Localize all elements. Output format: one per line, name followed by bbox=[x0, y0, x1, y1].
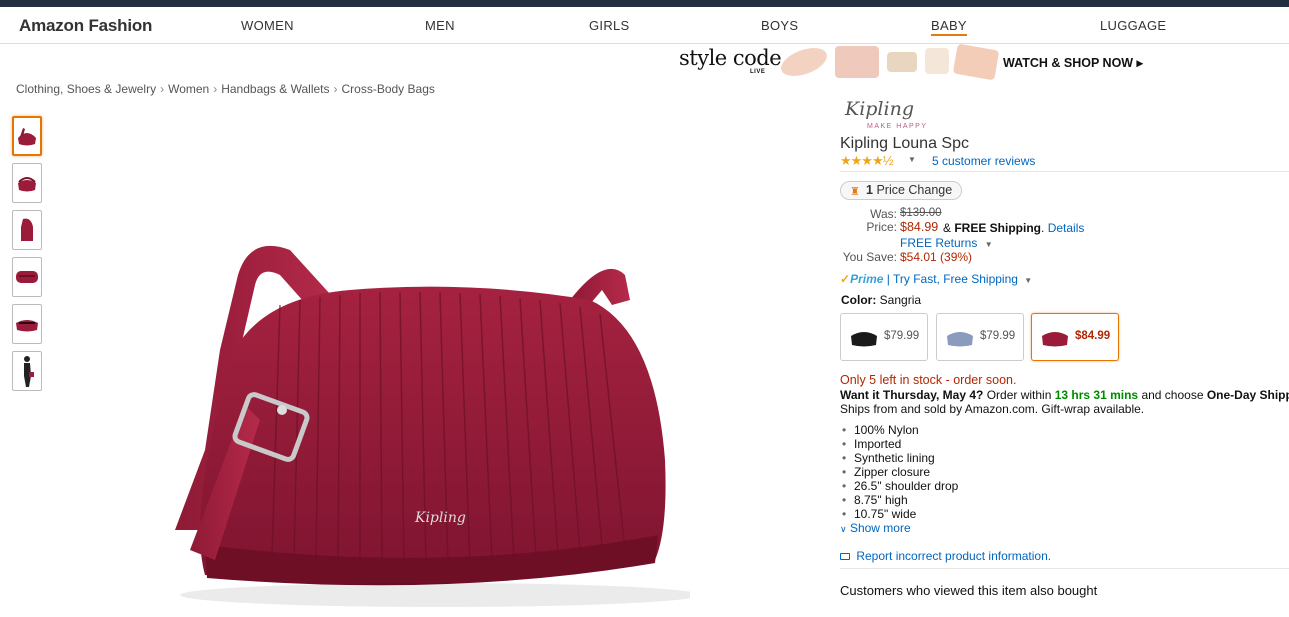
feature-item: 100% Nylon bbox=[842, 423, 958, 437]
style-code-live-label: LIVE bbox=[750, 69, 766, 75]
nav-women[interactable]: WOMEN bbox=[241, 18, 294, 33]
shipping-prefix: & bbox=[943, 221, 955, 235]
feature-bullets: 100% Nylon Imported Synthetic lining Zip… bbox=[842, 423, 958, 521]
chevron-down-icon: ∨ bbox=[840, 524, 847, 534]
prime-dropdown-icon: ▼ bbox=[1024, 276, 1033, 285]
thumbnail-angle[interactable] bbox=[12, 163, 42, 203]
current-price: $84.99 bbox=[900, 220, 939, 234]
you-save-label: You Save: bbox=[842, 250, 897, 264]
delivery-choose: and choose bbox=[1138, 388, 1207, 402]
watch-shop-now-link[interactable]: WATCH & SHOP NOW ▸ bbox=[1003, 55, 1143, 70]
main-product-image[interactable]: Kipling bbox=[150, 230, 700, 612]
report-incorrect-info-link[interactable]: Report incorrect product information. bbox=[840, 549, 1051, 563]
prime-try-text: | Try Fast, Free Shipping bbox=[886, 272, 1018, 286]
top-strip bbox=[0, 0, 1289, 7]
breadcrumb-separator: › bbox=[213, 82, 218, 96]
svg-text:Kipling: Kipling bbox=[414, 510, 466, 526]
was-price: $139.00 bbox=[900, 207, 942, 219]
brand-logo[interactable]: Kipling bbox=[845, 98, 914, 120]
thumbnail-front[interactable] bbox=[12, 116, 42, 156]
returns-dropdown-icon: ▼ bbox=[984, 240, 993, 249]
show-more-link[interactable]: ∨ Show more bbox=[840, 521, 911, 535]
free-returns-link[interactable]: FREE Returns ▼ bbox=[900, 236, 993, 250]
breadcrumb-item[interactable]: Handbags & Wallets bbox=[221, 82, 329, 96]
breadcrumb: Clothing, Shoes & Jewelry › Women › Handbags… bbox=[16, 82, 435, 96]
feature-item: Imported bbox=[842, 437, 958, 451]
feature-item: 10.75" wide bbox=[842, 507, 958, 521]
nav-luggage[interactable]: LUGGAGE bbox=[1100, 18, 1166, 33]
brand-tagline: MAKE HAPPY bbox=[867, 123, 928, 130]
swatch-blue-image bbox=[947, 332, 973, 347]
price-change-label: Price Change bbox=[876, 183, 953, 197]
free-returns-label: FREE Returns bbox=[900, 236, 978, 250]
customer-reviews-link[interactable]: 5 customer reviews bbox=[932, 154, 1035, 168]
swatch-blue[interactable]: $79.99 bbox=[936, 313, 1024, 361]
product-title: Kipling Louna Spc bbox=[840, 135, 969, 152]
swatch-price: $79.99 bbox=[980, 330, 1016, 342]
price-change-badge[interactable]: ♜ 1 Price Change bbox=[840, 181, 962, 200]
price-label: Price: bbox=[866, 220, 897, 234]
nav-girls[interactable]: GIRLS bbox=[589, 18, 630, 33]
style-code-live-banner[interactable]: style code LIVE WATCH & SHOP NOW ▸ bbox=[670, 42, 1289, 82]
nav-baby[interactable]: BABY bbox=[931, 18, 967, 36]
star-rating[interactable]: ★★★★½ bbox=[840, 153, 893, 169]
report-label: Report incorrect product information. bbox=[856, 549, 1052, 563]
stock-status: Only 5 left in stock - order soon. bbox=[840, 373, 1017, 387]
ships-from-info: Ships from and sold by Amazon.com. Gift-… bbox=[840, 402, 1145, 416]
amazon-fashion-logo[interactable]: Amazon Fashion bbox=[19, 16, 152, 36]
shipping-info: & FREE Shipping. Details bbox=[943, 221, 1084, 235]
breadcrumb-separator: › bbox=[160, 82, 165, 96]
show-more-label: Show more bbox=[849, 521, 911, 535]
swatch-black-image bbox=[851, 332, 877, 347]
price-change-icon: ♜ bbox=[850, 186, 860, 198]
swatch-price: $79.99 bbox=[884, 330, 920, 342]
breadcrumb-item[interactable]: Women bbox=[168, 82, 209, 96]
delivery-countdown: 13 hrs 31 mins bbox=[1054, 388, 1139, 402]
feature-item: Zipper closure bbox=[842, 465, 958, 479]
prime-check-icon: ✓ bbox=[840, 272, 851, 286]
swatch-sangria-image bbox=[1042, 332, 1068, 347]
breadcrumb-item[interactable]: Cross-Body Bags bbox=[342, 82, 435, 96]
swatch-price: $84.99 bbox=[1075, 330, 1111, 342]
also-bought-heading: Customers who viewed this item also boug… bbox=[840, 583, 1098, 598]
banner-product-images bbox=[775, 42, 1000, 82]
shipping-details-link[interactable]: Details bbox=[1048, 221, 1085, 235]
thumbnail-top[interactable] bbox=[12, 257, 42, 297]
style-code-logo: style code bbox=[679, 46, 782, 70]
prime-logo: Prime bbox=[850, 272, 884, 286]
swatch-black[interactable]: $79.99 bbox=[840, 313, 928, 361]
divider bbox=[840, 568, 1289, 569]
color-selection-label: Color: Sangria bbox=[841, 293, 921, 307]
nav-boys[interactable]: BOYS bbox=[761, 18, 798, 33]
breadcrumb-item[interactable]: Clothing, Shoes & Jewelry bbox=[16, 82, 156, 96]
delivery-option: One-Day Shipping bbox=[1206, 388, 1289, 402]
comment-icon bbox=[840, 553, 850, 560]
thumbnail-interior[interactable] bbox=[12, 304, 42, 344]
savings-amount: $54.01 (39%) bbox=[900, 250, 973, 264]
feature-item: Synthetic lining bbox=[842, 451, 958, 465]
color-label: Color: bbox=[841, 293, 877, 307]
thumbnail-strip bbox=[12, 116, 42, 398]
color-value: Sangria bbox=[879, 293, 922, 307]
fashion-nav-bar: Amazon Fashion WOMEN MEN GIRLS BOYS BABY… bbox=[0, 7, 1289, 44]
thumbnail-model[interactable] bbox=[12, 351, 42, 391]
thumbnail-side[interactable] bbox=[12, 210, 42, 250]
delivery-estimate: Want it Thursday, May 4? Order within 13… bbox=[840, 388, 1289, 402]
divider bbox=[840, 171, 1289, 172]
free-shipping-text: FREE Shipping bbox=[954, 221, 1042, 235]
nav-men[interactable]: MEN bbox=[425, 18, 455, 33]
delivery-order-within: Order within bbox=[983, 388, 1055, 402]
price-change-count: 1 bbox=[866, 183, 873, 197]
feature-item: 8.75" high bbox=[842, 493, 958, 507]
prime-shipping-link[interactable]: ✓Prime | Try Fast, Free Shipping ▼ bbox=[840, 272, 1032, 286]
was-label: Was: bbox=[870, 207, 897, 221]
swatch-sangria[interactable]: $84.99 bbox=[1031, 313, 1119, 361]
rating-dropdown-icon[interactable]: ▼ bbox=[908, 155, 916, 164]
delivery-date: Want it Thursday, May 4? bbox=[840, 388, 984, 402]
breadcrumb-separator: › bbox=[333, 82, 338, 96]
shipping-suffix: . bbox=[1041, 221, 1045, 235]
feature-item: 26.5" shoulder drop bbox=[842, 479, 958, 493]
